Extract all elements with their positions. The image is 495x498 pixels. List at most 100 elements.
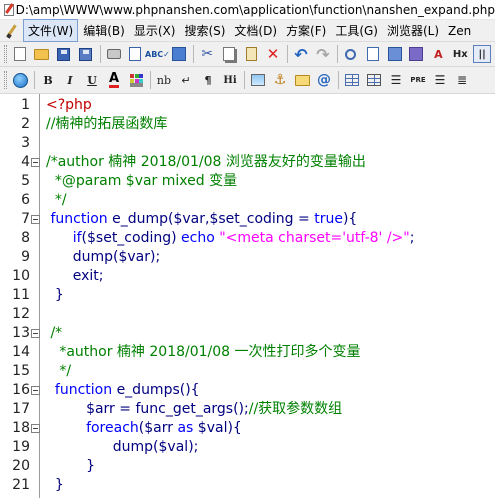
h1-icon[interactable]: ||	[473, 45, 492, 63]
fold-toggle-icon[interactable]	[31, 424, 40, 433]
undo-icon[interactable]: ↶	[292, 45, 310, 64]
anchor-icon[interactable]: ⚓	[271, 71, 289, 89]
pilcrow-button[interactable]: ¶	[199, 71, 217, 89]
image-icon[interactable]	[249, 71, 267, 89]
toolbar-separator	[336, 45, 338, 63]
code-text: /*author 楠神 2018/01/08 浏览器友好的变量输出	[46, 153, 366, 172]
code-token: =	[293, 211, 315, 227]
font-color-icon[interactable]: A	[105, 71, 123, 89]
code-line[interactable]: 13 /*	[0, 324, 495, 343]
toolbar-separator	[150, 71, 151, 89]
code-line[interactable]: 20 }	[0, 457, 495, 476]
code-line[interactable]: 19 dump($val);	[0, 438, 495, 457]
code-text: */	[46, 191, 67, 210]
code-line[interactable]: 17 $arr = func_get_args();//获取参数数组	[0, 400, 495, 419]
browser-preview-icon[interactable]	[11, 71, 29, 89]
copy-icon[interactable]	[220, 45, 238, 63]
linebreak-icon[interactable]: ↵	[177, 71, 195, 89]
list-icon[interactable]: ☰	[431, 71, 449, 89]
nbsp-button[interactable]: nb	[155, 71, 173, 89]
hi-button[interactable]: Hi	[221, 71, 239, 89]
fold-toggle-icon[interactable]	[31, 215, 40, 224]
toolbar-separator	[286, 45, 288, 63]
fold-toggle-icon[interactable]	[31, 158, 40, 167]
bold-button[interactable]: B	[39, 71, 57, 89]
underline-button[interactable]: U	[83, 71, 101, 89]
tag-icon[interactable]	[408, 45, 426, 63]
paste-icon[interactable]	[242, 45, 260, 63]
cut-icon[interactable]: ✂	[198, 45, 216, 63]
menu-zen[interactable]: Zen	[444, 22, 475, 40]
hx-icon[interactable]: Hx	[451, 45, 469, 63]
link-icon[interactable]	[293, 71, 311, 89]
code-editor[interactable]: 1 <?php 2 //楠神的拓展函数库 3 4 /*author 楠神 2018/01/0…	[0, 94, 495, 498]
code-line[interactable]: 18 foreach($arr as $val){	[0, 419, 495, 438]
menu-file[interactable]: 文件(W)	[23, 19, 79, 42]
menu-scheme[interactable]: 方案(F)	[282, 20, 330, 41]
goto-icon[interactable]	[386, 45, 404, 63]
menu-tools[interactable]: 工具(G)	[331, 20, 382, 41]
code-line[interactable]: 3	[0, 134, 495, 153]
code-line[interactable]: 21 }	[0, 476, 495, 495]
code-line[interactable]: 16 function e_dumps(){	[0, 381, 495, 400]
pre-button[interactable]: PRE	[409, 71, 427, 89]
code-line[interactable]: 4 /*author 楠神 2018/01/08 浏览器友好的变量输出	[0, 153, 495, 172]
replace-icon[interactable]	[364, 45, 382, 63]
fold-toggle-icon[interactable]	[31, 386, 40, 395]
toolbar-grip[interactable]	[4, 71, 7, 89]
delete-icon[interactable]: ✕	[264, 45, 282, 63]
spellcheck-icon[interactable]: ABC✓	[145, 45, 170, 63]
indent-icon[interactable]: ≣	[453, 71, 471, 89]
code-line[interactable]: 7 function e_dump($var,$set_coding = tru…	[0, 210, 495, 229]
heading-icon[interactable]: A	[429, 45, 447, 63]
code-token: //楠神的拓展函数库	[46, 116, 168, 132]
toolbar-grip[interactable]	[4, 45, 7, 63]
redo-icon[interactable]: ↷	[314, 45, 332, 64]
line-number: 15	[12, 363, 30, 379]
print-icon[interactable]	[105, 45, 123, 63]
code-line[interactable]: 6 */	[0, 191, 495, 210]
code-line[interactable]: 8 if($set_coding) echo "<meta charset='u…	[0, 229, 495, 248]
line-number: 11	[12, 287, 30, 303]
menu-search[interactable]: 搜索(S)	[180, 20, 229, 41]
menu-view[interactable]: 显示(X)	[130, 20, 180, 41]
code-text: dump($val);	[46, 438, 199, 457]
form-icon[interactable]	[365, 71, 383, 89]
app-icon	[2, 2, 14, 17]
code-token: */	[46, 192, 67, 208]
menu-browser[interactable]: 浏览器(L)	[383, 20, 443, 41]
code-line[interactable]: 5 *@param $var mixed 变量	[0, 172, 495, 191]
align-icon[interactable]: ☰	[387, 71, 405, 89]
print-preview-icon[interactable]	[127, 45, 145, 63]
code-token: //获取参数数组	[248, 401, 343, 417]
code-token: dump(	[112, 439, 159, 455]
save-all-icon[interactable]	[77, 45, 95, 63]
new-document-icon[interactable]	[11, 45, 29, 63]
code-text: function e_dump($var,$set_coding = true)…	[46, 210, 357, 229]
italic-button[interactable]: I	[61, 71, 79, 89]
code-line[interactable]: 2 //楠神的拓展函数库	[0, 115, 495, 134]
menu-document[interactable]: 文档(D)	[230, 20, 281, 41]
validate-icon[interactable]	[170, 45, 188, 63]
fold-toggle-icon[interactable]	[31, 329, 40, 338]
email-icon[interactable]: @	[315, 71, 333, 89]
open-folder-icon[interactable]	[33, 45, 51, 63]
menu-edit[interactable]: 编辑(B)	[79, 20, 129, 41]
code-line[interactable]: 10 exit;	[0, 267, 495, 286]
find-icon[interactable]	[342, 45, 360, 63]
table-icon[interactable]	[343, 71, 361, 89]
code-line[interactable]: 12	[0, 305, 495, 324]
code-line[interactable]: 15 */	[0, 362, 495, 381]
code-token: $var	[173, 211, 205, 227]
code-line[interactable]: 9 dump($var);	[0, 248, 495, 267]
code-line[interactable]: 11 }	[0, 286, 495, 305]
code-line[interactable]: 1 <?php	[0, 96, 495, 115]
save-icon[interactable]	[55, 45, 73, 63]
color-grid-icon[interactable]	[127, 71, 145, 89]
code-line[interactable]: 14 *author 楠神 2018/01/08 一次性打印多个变量	[0, 343, 495, 362]
code-token: echo	[181, 230, 215, 246]
code-token: as	[177, 420, 194, 436]
